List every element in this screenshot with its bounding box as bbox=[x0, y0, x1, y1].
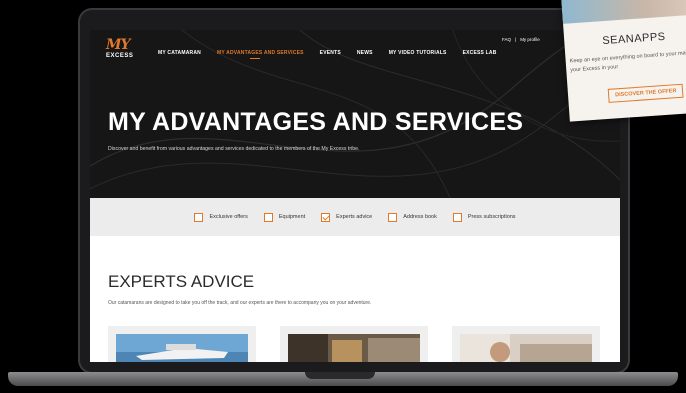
checkbox-address-book[interactable] bbox=[388, 212, 398, 222]
advice-card[interactable] bbox=[452, 326, 600, 362]
offer-title: SEANAPPS bbox=[601, 30, 666, 48]
nav-item-events[interactable]: EVENTS bbox=[320, 50, 341, 56]
hero-banner: MY EXCESS MY CATAMARAN MY ADVANTAGES AND… bbox=[90, 30, 620, 198]
filter-equipment[interactable]: Equipment bbox=[263, 212, 306, 222]
my-excess-logo[interactable]: MY EXCESS bbox=[106, 38, 133, 59]
advice-card[interactable] bbox=[108, 326, 256, 362]
filter-press-subscriptions[interactable]: Press subscriptions bbox=[452, 212, 516, 222]
discover-offer-button[interactable]: DISCOVER THE OFFER bbox=[607, 83, 684, 103]
filter-exclusive-offers[interactable]: Exclusive offers bbox=[194, 212, 248, 222]
catamaran-photo bbox=[116, 334, 248, 362]
section-title: EXPERTS ADVICE bbox=[108, 272, 255, 291]
nav-item-my-catamaran[interactable]: MY CATAMARAN bbox=[158, 50, 201, 56]
nav-item-excess-lab[interactable]: EXCESS LAB bbox=[463, 50, 497, 56]
expert-photo bbox=[460, 334, 592, 362]
nav-item-my-advantages-and-services[interactable]: MY ADVANTAGES AND SERVICES bbox=[217, 50, 304, 59]
page-subtitle: Discover and benefit from various advant… bbox=[108, 146, 360, 152]
filter-address-book[interactable]: Address book bbox=[388, 212, 437, 222]
filter-experts-advice[interactable]: Experts advice bbox=[321, 212, 373, 222]
main-nav: MY CATAMARAN MY ADVANTAGES AND SERVICES … bbox=[158, 50, 497, 59]
laptop-notch bbox=[305, 372, 375, 379]
checkbox-equipment[interactable] bbox=[263, 212, 273, 222]
workshop-photo bbox=[288, 334, 420, 362]
seanapps-photo bbox=[560, 0, 686, 24]
section-description: Our catamarans are designed to take you … bbox=[108, 300, 372, 306]
advice-card[interactable] bbox=[280, 326, 428, 362]
faq-link[interactable]: FAQ bbox=[502, 37, 511, 42]
checkbox-exclusive-offers[interactable] bbox=[194, 212, 204, 222]
logo-my-text: MY bbox=[106, 37, 131, 53]
checkbox-press-subscriptions[interactable] bbox=[452, 212, 462, 222]
filter-label: Press subscriptions bbox=[467, 214, 516, 220]
laptop-screen: MY EXCESS MY CATAMARAN MY ADVANTAGES AND… bbox=[90, 30, 620, 362]
logo-excess-text: EXCESS bbox=[106, 53, 134, 59]
offer-description: Keep an eye on everything on board to yo… bbox=[569, 48, 686, 74]
top-links: FAQ | My profile bbox=[502, 37, 540, 42]
filter-label: Experts advice bbox=[336, 214, 373, 220]
filter-label: Exclusive offers bbox=[209, 214, 248, 220]
filter-label: Equipment bbox=[278, 214, 306, 220]
checkbox-experts-advice[interactable] bbox=[321, 212, 331, 222]
nav-item-my-video-tutorials[interactable]: MY VIDEO TUTORIALS bbox=[389, 50, 447, 56]
page-title: MY ADVANTAGES AND SERVICES bbox=[108, 108, 524, 136]
filter-bar: Exclusive offers Equipment Experts advic… bbox=[90, 198, 620, 236]
toplinks-separator: | bbox=[515, 37, 517, 42]
seanapps-offer-card[interactable]: SEANAPPS Keep an eye on everything on bo… bbox=[560, 0, 686, 122]
my-profile-link[interactable]: My profile bbox=[520, 37, 540, 42]
filter-label: Address book bbox=[403, 214, 437, 220]
nav-item-news[interactable]: NEWS bbox=[357, 50, 373, 56]
